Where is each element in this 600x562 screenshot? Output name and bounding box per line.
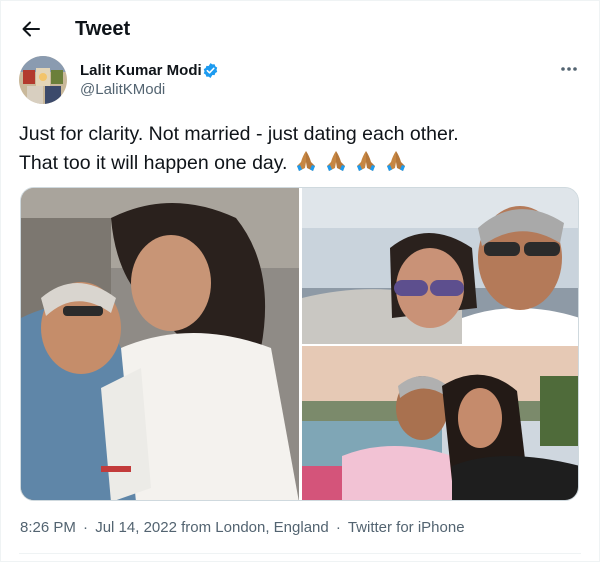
avatar-image [19,56,67,104]
verified-badge-icon [203,63,218,78]
avatar[interactable] [19,56,67,104]
tweet-text-line-1: Just for clarity. Not married - just dat… [19,123,459,145]
media-photo-2[interactable] [302,188,578,344]
photo-lakeside [302,346,578,500]
photo-selfie [302,188,578,344]
media-photo-1[interactable] [21,188,299,500]
page-title: Tweet [75,18,131,40]
back-arrow-icon [22,21,40,37]
tweet-text: Just for clarity. Not married - just dat… [19,120,589,182]
tweet-text-line-2: That too it will happen one day. [19,148,589,182]
tweet-time[interactable]: 8:26 PM [20,519,76,536]
folded-hands-emoji [357,151,376,171]
folded-hands-emoji [387,151,406,171]
back-button[interactable] [17,15,45,43]
tweet-location: from London, England [181,519,329,536]
emoji-row [293,148,413,182]
photo-embrace [21,188,299,500]
more-options-icon [561,67,577,71]
tweet-date[interactable]: Jul 14, 2022 [95,519,177,536]
tweet-meta: 8:26 PM · Jul 14, 2022 from London, Engl… [20,519,465,537]
meta-separator: · [335,519,341,536]
folded-hands-emoji [327,151,346,171]
tweet-page: Tweet Lalit Kumar Modi @LalitKModi Just … [0,0,600,562]
media-photo-3[interactable] [302,346,578,500]
tweet-client[interactable]: Twitter for iPhone [348,519,465,536]
author-name[interactable]: Lalit Kumar Modi [80,62,202,80]
divider [19,553,581,554]
meta-separator: · [83,519,89,536]
folded-hands-emoji [297,151,316,171]
more-options-button[interactable] [557,59,581,79]
tweet-header: Tweet [1,1,600,57]
author-handle[interactable]: @LalitKModi [80,81,165,99]
tweet-media-grid [20,187,579,501]
tweet-text-line-2-text: That too it will happen one day. [19,152,288,174]
